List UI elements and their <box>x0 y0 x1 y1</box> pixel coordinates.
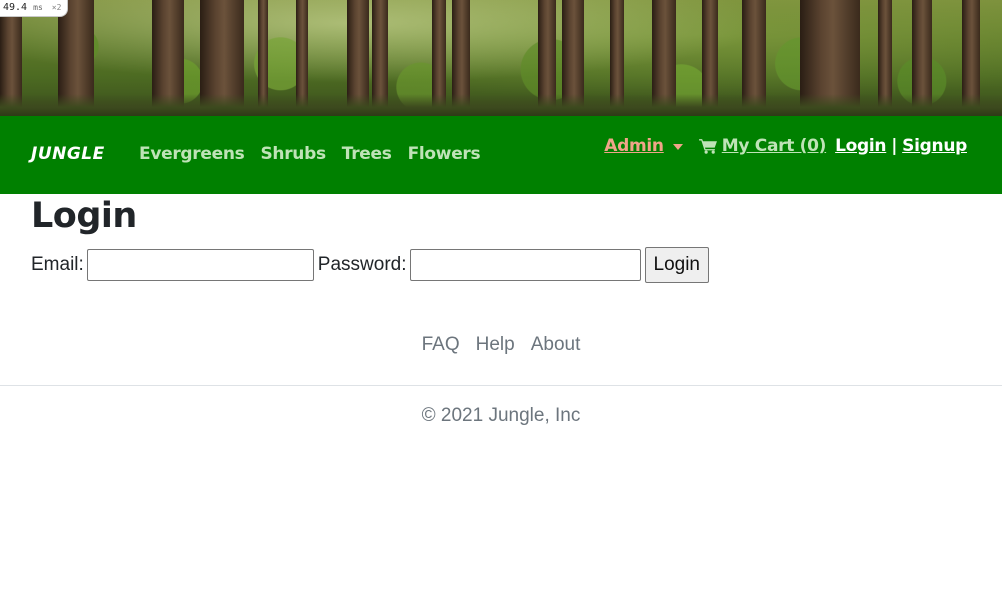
category-nav: Evergreens Shrubs Trees Flowers <box>139 144 481 164</box>
password-label: Password: <box>317 254 407 275</box>
perf-timing-badge: 49.4 ms ×2 <box>0 0 69 17</box>
login-form: Email: Password: Login <box>31 247 709 283</box>
login-nav-link[interactable]: Login <box>835 136 886 156</box>
copyright-text: © 2021 Jungle, Inc <box>421 405 581 426</box>
main-navbar: JUNGLE Evergreens Shrubs Trees Flowers A… <box>0 116 1002 194</box>
auth-links: Login | Signup <box>835 136 967 156</box>
hero-forest-banner <box>0 0 1002 116</box>
auth-separator: | <box>891 136 898 156</box>
perf-unit: ms <box>33 3 43 12</box>
password-field[interactable] <box>409 249 641 281</box>
email-field[interactable] <box>86 249 314 281</box>
shopping-cart-icon <box>698 139 717 154</box>
admin-label: Admin <box>604 136 664 156</box>
page-title: Login <box>31 196 137 236</box>
admin-dropdown-toggle[interactable]: Admin <box>604 136 683 156</box>
footer-divider <box>0 385 1002 386</box>
email-label: Email: <box>31 254 84 275</box>
hero-ground <box>0 94 1002 116</box>
nav-link-evergreens[interactable]: Evergreens <box>139 144 245 164</box>
navbar-right-group: Admin My Cart (0) Login | Signup <box>604 136 967 156</box>
footer-link-about[interactable]: About <box>531 334 581 356</box>
footer-link-faq[interactable]: FAQ <box>422 334 460 356</box>
perf-multiplier: ×2 <box>51 3 62 12</box>
my-cart-link[interactable]: My Cart (0) <box>698 136 827 156</box>
signup-nav-link[interactable]: Signup <box>902 136 967 156</box>
footer-link-help[interactable]: Help <box>476 334 515 356</box>
cart-label: My Cart (0) <box>721 136 827 156</box>
login-submit-button[interactable]: Login <box>644 247 709 283</box>
caret-down-icon <box>672 143 683 150</box>
nav-link-flowers[interactable]: Flowers <box>408 144 481 164</box>
brand-logo-link[interactable]: JUNGLE <box>31 144 105 164</box>
footer-links: FAQ Help About <box>0 334 1002 356</box>
perf-value: 49.4 <box>3 2 28 13</box>
nav-link-trees[interactable]: Trees <box>342 144 392 164</box>
nav-link-shrubs[interactable]: Shrubs <box>260 144 326 164</box>
page: 49.4 ms ×2 JUNGLE Evergreens Shrubs Tree… <box>0 0 1002 597</box>
